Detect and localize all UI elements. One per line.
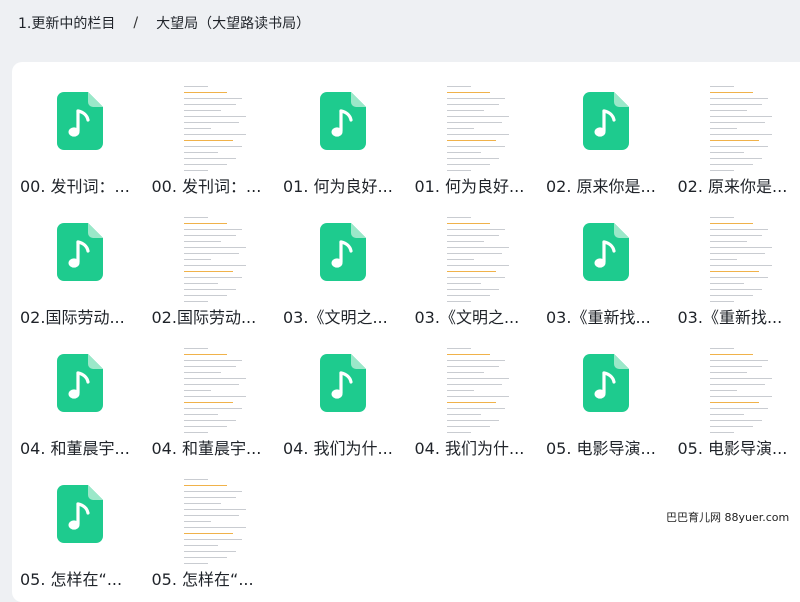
document-file-item[interactable]: 02. 原来你是... xyxy=(672,72,798,196)
music-note-icon xyxy=(583,223,629,281)
document-file-item[interactable]: 03.《文明之... xyxy=(409,203,535,327)
audio-file-item[interactable]: 05. 怎样在“... xyxy=(14,465,140,589)
document-file-item[interactable]: 05. 电影导演... xyxy=(672,334,798,458)
file-name: 03.《重新找... xyxy=(677,308,783,327)
file-name: 04. 和董晨宇... xyxy=(20,439,130,458)
document-file-item[interactable]: 03.《重新找... xyxy=(672,203,798,327)
music-note-icon xyxy=(320,92,366,150)
music-note-icon xyxy=(583,354,629,412)
music-note-file-icon xyxy=(297,217,387,307)
document-preview xyxy=(183,348,246,433)
file-name: 04. 和董晨宇... xyxy=(151,439,262,458)
document-preview xyxy=(446,217,509,302)
audio-file-item[interactable]: 04. 我们为什... xyxy=(277,334,403,458)
breadcrumb-parent-folder[interactable]: 1.更新中的栏目 xyxy=(18,13,115,33)
file-name: 01. 何为良好... xyxy=(283,177,393,196)
document-file-item[interactable]: 01. 何为良好... xyxy=(409,72,535,196)
music-note-file-icon xyxy=(560,217,650,307)
breadcrumb: 1.更新中的栏目 / 大望局（大望路读书局） xyxy=(18,12,310,34)
file-name: 05. 怎样在“... xyxy=(151,570,254,589)
file-name: 05. 怎样在“... xyxy=(20,570,123,589)
audio-file-item[interactable]: 03.《重新找... xyxy=(540,203,666,327)
audio-file-item[interactable]: 02.国际劳动... xyxy=(14,203,140,327)
file-name: 04. 我们为什... xyxy=(283,439,393,458)
document-preview xyxy=(183,479,246,564)
document-preview xyxy=(446,86,509,171)
file-name: 03.《重新找... xyxy=(546,308,651,327)
document-file-item[interactable]: 05. 怎样在“... xyxy=(146,465,272,589)
document-thumbnail xyxy=(429,217,519,307)
document-thumbnail xyxy=(429,86,519,176)
music-note-icon xyxy=(57,223,103,281)
music-note-icon xyxy=(320,354,366,412)
document-thumbnail xyxy=(166,217,256,307)
document-thumbnail xyxy=(166,86,256,176)
music-note-file-icon xyxy=(34,86,124,176)
file-name: 00. 发刊词：... xyxy=(151,177,262,196)
audio-file-item[interactable]: 02. 原来你是... xyxy=(540,72,666,196)
music-note-file-icon xyxy=(560,348,650,438)
document-thumbnail xyxy=(692,217,782,307)
document-preview xyxy=(709,86,772,171)
document-preview xyxy=(183,217,246,302)
music-note-icon xyxy=(57,485,103,543)
music-note-icon xyxy=(57,92,103,150)
audio-file-item[interactable]: 03.《文明之... xyxy=(277,203,403,327)
document-thumbnail xyxy=(166,348,256,438)
file-name: 02. 原来你是... xyxy=(677,177,788,196)
document-file-item[interactable]: 02.国际劳动... xyxy=(146,203,272,327)
audio-file-item[interactable]: 01. 何为良好... xyxy=(277,72,403,196)
music-note-file-icon xyxy=(34,479,124,569)
audio-file-item[interactable]: 05. 电影导演... xyxy=(540,334,666,458)
document-preview xyxy=(183,86,246,171)
document-file-item[interactable]: 04. 和董晨宇... xyxy=(146,334,272,458)
music-note-file-icon xyxy=(297,348,387,438)
document-thumbnail xyxy=(692,348,782,438)
file-name: 00. 发刊词：... xyxy=(20,177,130,196)
file-name: 02.国际劳动... xyxy=(20,308,125,327)
music-note-icon xyxy=(57,354,103,412)
file-name: 05. 电影导演... xyxy=(677,439,788,458)
music-note-file-icon xyxy=(34,217,124,307)
file-name: 02.国际劳动... xyxy=(151,308,257,327)
file-name: 04. 我们为什... xyxy=(414,439,525,458)
watermark: 巴巴育儿网 88yuer.com xyxy=(666,511,790,524)
document-thumbnail xyxy=(692,86,782,176)
file-name: 05. 电影导演... xyxy=(546,439,656,458)
file-name: 03.《文明之... xyxy=(283,308,388,327)
document-thumbnail xyxy=(166,479,256,569)
document-preview xyxy=(709,348,772,433)
breadcrumb-separator: / xyxy=(133,15,139,31)
document-preview xyxy=(709,217,772,302)
audio-file-item[interactable]: 00. 发刊词：... xyxy=(14,72,140,196)
document-file-item[interactable]: 04. 我们为什... xyxy=(409,334,535,458)
audio-file-item[interactable]: 04. 和董晨宇... xyxy=(14,334,140,458)
file-name: 03.《文明之... xyxy=(414,308,520,327)
document-preview xyxy=(446,348,509,433)
music-note-icon xyxy=(320,223,366,281)
file-name: 01. 何为良好... xyxy=(414,177,525,196)
breadcrumb-current-folder: 大望局（大望路读书局） xyxy=(156,16,311,32)
music-note-icon xyxy=(583,92,629,150)
music-note-file-icon xyxy=(297,86,387,176)
file-name: 02. 原来你是... xyxy=(546,177,656,196)
music-note-file-icon xyxy=(560,86,650,176)
document-file-item[interactable]: 00. 发刊词：... xyxy=(146,72,272,196)
music-note-file-icon xyxy=(34,348,124,438)
document-thumbnail xyxy=(429,348,519,438)
